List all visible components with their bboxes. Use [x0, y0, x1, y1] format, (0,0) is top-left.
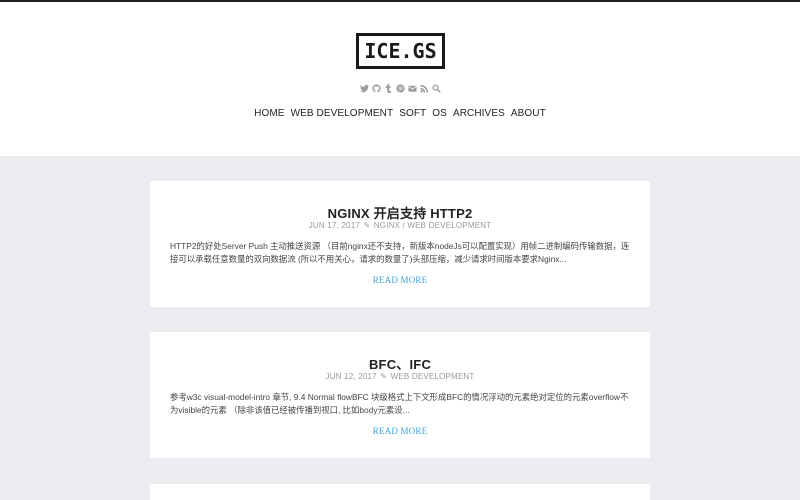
main-nav: HOME WEB DEVELOPMENT SOFT OS ARCHIVES AB…: [0, 108, 800, 120]
pencil-icon: ✎: [380, 372, 388, 381]
site-header: ICE.GS HOME WEB DEVELOPMENT SOFT OS ARCH…: [0, 2, 800, 156]
search-icon[interactable]: [431, 84, 442, 94]
post-categories[interactable]: NGINX / WEB DEVELOPMENT: [374, 221, 492, 230]
post-date: JUN 17, 2017: [308, 221, 361, 230]
post-title[interactable]: BFC、IFC: [150, 354, 650, 373]
tumblr-icon[interactable]: [383, 84, 394, 94]
post-card: BFC、IFC JUN 12, 2017 ✎ WEB DEVELOPMENT 参…: [150, 332, 650, 458]
social-links: [0, 84, 800, 94]
mail-icon[interactable]: [407, 84, 418, 94]
read-more-link[interactable]: READ MORE: [150, 275, 650, 285]
pinterest-icon[interactable]: [395, 84, 406, 94]
rss-icon[interactable]: [419, 84, 430, 94]
post-card: NGINX 开启支持 HTTP2 JUN 17, 2017 ✎ NGINX / …: [150, 181, 650, 307]
nav-about[interactable]: ABOUT: [511, 108, 546, 120]
post-excerpt: HTTP2的好处Server Push 主动推送资源 （目前nginx还不支持，…: [170, 241, 630, 264]
nav-os[interactable]: OS: [432, 108, 447, 120]
nav-home[interactable]: HOME: [254, 108, 284, 120]
post-meta: JUN 12, 2017 ✎ WEB DEVELOPMENT: [150, 372, 650, 381]
twitter-icon[interactable]: [359, 84, 370, 94]
nav-web-development[interactable]: WEB DEVELOPMENT: [291, 108, 394, 120]
post-title[interactable]: NGINX 开启支持 HTTP2: [150, 203, 650, 222]
post-categories[interactable]: WEB DEVELOPMENT: [391, 372, 475, 381]
post-date: JUN 12, 2017: [325, 372, 377, 381]
pencil-icon: ✎: [363, 221, 371, 230]
github-icon[interactable]: [371, 84, 382, 94]
read-more-link[interactable]: READ MORE: [150, 426, 650, 436]
nav-archives[interactable]: ARCHIVES: [453, 108, 505, 120]
post-meta: JUN 17, 2017 ✎ NGINX / WEB DEVELOPMENT: [150, 221, 650, 230]
post-excerpt: 参考w3c visual-model-intro 章节, 9.4 Normal …: [170, 392, 629, 415]
post-card-partial: [150, 484, 650, 500]
nav-soft[interactable]: SOFT: [399, 108, 426, 120]
site-logo[interactable]: ICE.GS: [356, 33, 445, 69]
